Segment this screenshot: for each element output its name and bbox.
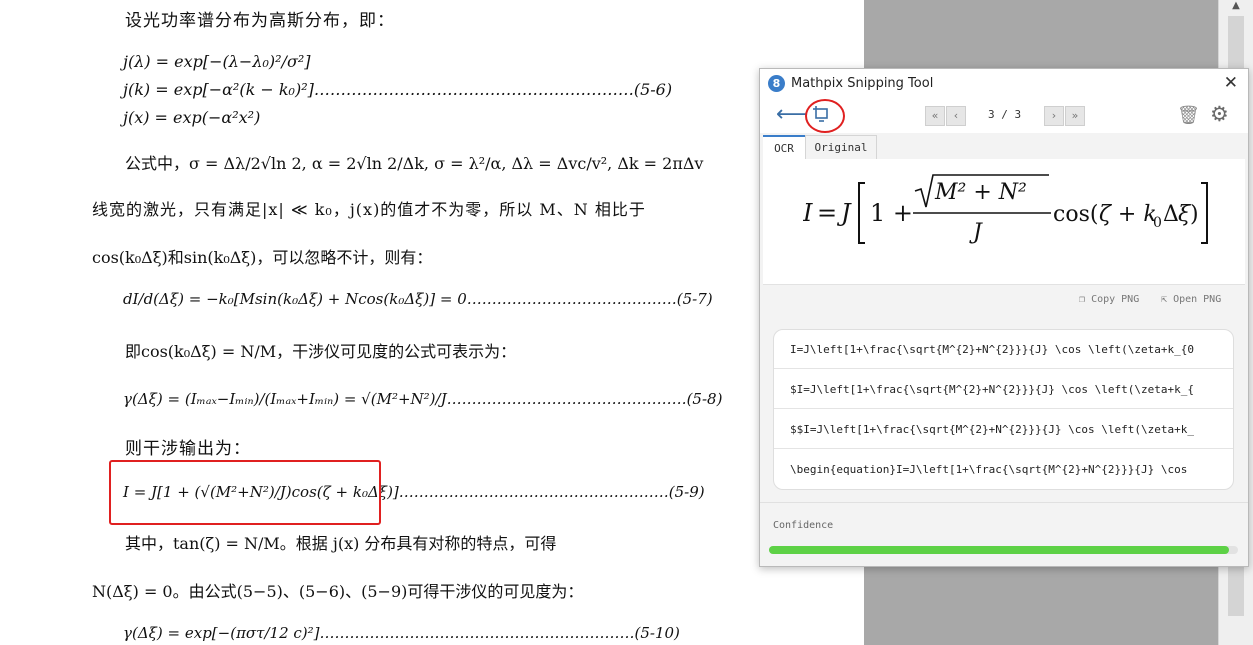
copy-png-label: Copy PNG [1091,294,1140,305]
next-page-icon[interactable]: › [1044,106,1064,126]
doc-para-symmetry: 其中，tan(ζ) = N/M。根据 j(x) 分布具有对称的特点，可得 [125,534,557,553]
document-page: 设光功率谱分布为高斯分布，即： j(λ) = exp[−(λ−λ₀)²/σ²] … [0,0,864,645]
scroll-up-icon[interactable]: ▲ [1228,0,1244,16]
rendered-formula-panel: I = J 1 + M² + N² J cos( ζ + k 0 Δ ξ ) [763,159,1245,285]
svg-text:=: = [817,199,837,227]
equation-5-8: γ(Δξ) = (Iₘₐₓ−Iₘᵢₙ)/(Iₘₐₓ+Iₘᵢₙ) = √(M²+N… [123,390,723,408]
equation-5-6-line-b: j(k) = exp[−α²(k − k₀)²]…………………………………………… [123,80,673,99]
tab-original[interactable]: Original [805,135,877,160]
doc-para-linewidth: 线宽的激光，只有满足|x| ≪ k₀，j(x)的值才不为零，所以 M、N 相比于 [92,200,646,219]
mathpix-logo-icon: 8 [768,75,785,92]
latex-result-row[interactable]: $$I=J\left[1+\frac{\sqrt{M^{2}+N^{2}}}{J… [774,410,1233,449]
doc-line-intro: 设光功率谱分布为高斯分布，即： [125,11,395,31]
open-png-label: Open PNG [1173,294,1222,305]
svg-text:Δ: Δ [1163,202,1179,227]
mathpix-title: Mathpix Snipping Tool [791,76,934,91]
highlight-circle-crop [805,99,845,133]
open-png-button[interactable]: ⇱ Open PNG [1161,294,1221,305]
close-icon[interactable]: ✕ [1224,73,1238,93]
doc-para-output: 则干涉输出为： [125,439,251,459]
latex-result-row[interactable]: $I=J\left[1+\frac{\sqrt{M^{2}+N^{2}}}{J}… [774,370,1233,409]
doc-para-visibility: 即cos(k₀Δξ) = N/M，干涉仪可见度的公式可表示为： [125,342,517,361]
mathpix-window: 8 Mathpix Snipping Tool ✕ ⟵ « ‹ 3 / 3 › … [759,68,1249,567]
result-tabs: OCR Original [760,135,1248,160]
svg-text:J: J [969,220,983,245]
trash-icon[interactable]: 🗑 [1177,105,1200,126]
doc-para-negligible: cos(k₀Δξ)和sin(k₀Δξ)，可以忽略不计，则有： [92,248,433,267]
page-indicator: 3 / 3 [988,108,1022,121]
copy-icon: ❐ [1079,294,1086,305]
doc-para-formula-defs: 公式中，σ = Δλ/2√ln 2, α = 2√ln 2/Δk, σ = λ²… [125,154,704,173]
confidence-bar-fill [769,546,1229,554]
confidence-bar [769,546,1238,554]
back-arrow-icon[interactable]: ⟵ [776,102,808,127]
highlight-box-equation-5-9 [109,460,381,525]
svg-text:I: I [803,199,813,227]
doc-para-visibility-result: N(Δξ) = 0。由公式(5−5)、(5−6)、(5−9)可得干涉仪的可见度为… [92,582,584,601]
copy-actions: ❐ Copy PNG ⇱ Open PNG [763,285,1245,323]
svg-text:): ) [1190,202,1199,227]
svg-text:J: J [836,199,852,227]
latex-results-list: I=J\left[1+\frac{\sqrt{M^{2}+N^{2}}}{J} … [773,329,1234,490]
equation-5-7: dI/d(Δξ) = −k₀[Msin(k₀Δξ) + Ncos(k₀Δξ)] … [123,290,713,308]
divider [760,502,1248,503]
latex-result-row[interactable]: I=J\left[1+\frac{\sqrt{M^{2}+N^{2}}}{J} … [774,330,1233,369]
equation-5-6-line-c: j(x) = exp(−α²x²) [123,108,261,127]
svg-text:cos(: cos( [1053,202,1098,227]
equation-5-10: γ(Δξ) = exp[−(πστ/12 c)²]………………………………………… [123,624,680,642]
mathpix-toolbar: ⟵ « ‹ 3 / 3 › » 🗑 ⚙ [760,99,1248,133]
gear-icon[interactable]: ⚙ [1210,102,1229,126]
prev-page-icon[interactable]: ‹ [946,106,966,126]
formula-svg: I = J 1 + M² + N² J cos( ζ + k 0 Δ ξ ) [802,174,1208,245]
rendered-formula: I = J 1 + M² + N² J cos( ζ + k 0 Δ ξ ) [802,169,1223,255]
mathpix-titlebar: 8 Mathpix Snipping Tool ✕ [760,69,1248,99]
tab-ocr[interactable]: OCR [763,135,805,159]
svg-text:ζ + k: ζ + k [1099,202,1157,227]
svg-text:M² + N²: M² + N² [934,180,1027,205]
confidence-label: Confidence [773,520,834,531]
equation-5-6-line-a: j(λ) = exp[−(λ−λ₀)²/σ²] [123,52,311,71]
open-external-icon: ⇱ [1161,294,1168,305]
svg-text:0: 0 [1153,215,1162,231]
copy-png-button[interactable]: ❐ Copy PNG [1079,294,1139,305]
first-page-icon[interactable]: « [925,106,945,126]
last-page-icon[interactable]: » [1065,106,1085,126]
svg-text:1 +: 1 + [870,199,913,227]
latex-result-row[interactable]: \begin{equation}I=J\left[1+\frac{\sqrt{M… [774,450,1233,489]
